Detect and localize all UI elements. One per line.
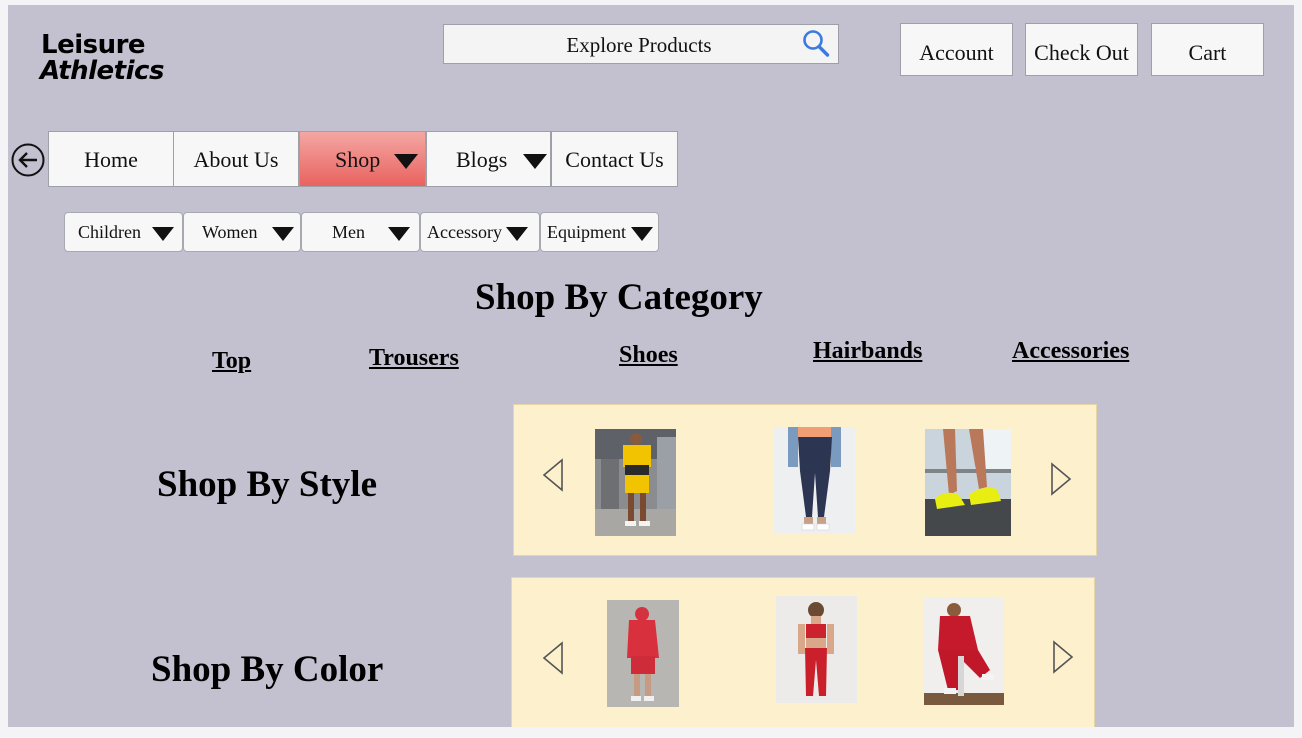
style-carousel — [513, 404, 1097, 556]
nav-label: Blogs — [456, 147, 508, 172]
product-image-red-sweatsuit[interactable] — [924, 598, 1004, 705]
subnav-women[interactable]: Women — [183, 212, 301, 252]
nav-label: Home — [84, 147, 138, 172]
dropdown-arrow-icon — [506, 226, 529, 241]
category-link-hairbands[interactable]: Hairbands — [813, 338, 922, 365]
color-carousel — [511, 577, 1095, 727]
subnav-label: Men — [332, 222, 365, 242]
dropdown-arrow-icon — [522, 154, 547, 170]
search-input[interactable]: Explore Products — [444, 33, 834, 58]
subnav-label: Children — [78, 222, 141, 242]
checkout-button[interactable]: Check Out — [1025, 23, 1138, 76]
product-image-red-hoodie[interactable] — [607, 600, 679, 707]
product-image-yellow-set[interactable] — [595, 429, 676, 536]
product-image-yellow-shoes[interactable] — [925, 429, 1011, 536]
category-title: Shop By Category — [475, 277, 763, 318]
logo-line-1: Leisure — [41, 30, 146, 60]
dropdown-arrow-icon — [387, 226, 410, 241]
nav-label: Shop — [335, 147, 381, 172]
brand-logo[interactable]: Leisure Athletics — [40, 30, 164, 86]
carousel-prev-icon[interactable] — [542, 641, 564, 675]
style-section-title: Shop By Style — [157, 464, 378, 505]
nav-label: Contact Us — [565, 147, 664, 172]
nav-item-shop[interactable]: Shop — [299, 131, 426, 187]
nav-item-contact[interactable]: Contact Us — [551, 131, 678, 187]
dropdown-arrow-icon — [151, 226, 174, 241]
dropdown-arrow-icon — [393, 154, 418, 170]
carousel-next-icon[interactable] — [1052, 640, 1074, 674]
subnav-label: Equipment — [547, 222, 626, 242]
subnav-label: Women — [202, 222, 258, 242]
product-image-navy-leggings[interactable] — [774, 427, 855, 534]
subnav-equipment[interactable]: Equipment — [540, 212, 659, 252]
category-link-shoes[interactable]: Shoes — [619, 342, 678, 369]
nav-item-home[interactable]: Home — [48, 131, 174, 187]
account-button[interactable]: Account — [900, 23, 1013, 76]
back-arrow-icon[interactable] — [11, 143, 45, 177]
carousel-next-icon[interactable] — [1050, 462, 1072, 496]
product-image-red-sports-set[interactable] — [776, 596, 857, 703]
nav-label: About Us — [193, 147, 279, 172]
cart-button[interactable]: Cart — [1151, 23, 1264, 76]
page-frame: Leisure Athletics Explore Products Accou… — [8, 5, 1294, 727]
nav-item-about[interactable]: About Us — [173, 131, 299, 187]
category-link-trousers[interactable]: Trousers — [369, 345, 459, 372]
subnav-children[interactable]: Children — [64, 212, 183, 252]
nav-item-blogs[interactable]: Blogs — [426, 131, 551, 187]
subnav-accessory[interactable]: Accessory — [420, 212, 540, 252]
carousel-prev-icon[interactable] — [542, 458, 564, 492]
dropdown-arrow-icon — [630, 226, 653, 241]
category-link-accessories[interactable]: Accessories — [1012, 338, 1129, 365]
search-bar[interactable]: Explore Products — [443, 24, 839, 64]
category-link-top[interactable]: Top — [212, 348, 251, 375]
dropdown-arrow-icon — [272, 226, 295, 241]
subnav-label: Accessory — [427, 222, 502, 242]
logo-line-2: Athletics — [40, 56, 164, 86]
color-section-title: Shop By Color — [151, 649, 384, 690]
search-icon[interactable] — [800, 28, 832, 60]
subnav-men[interactable]: Men — [301, 212, 420, 252]
